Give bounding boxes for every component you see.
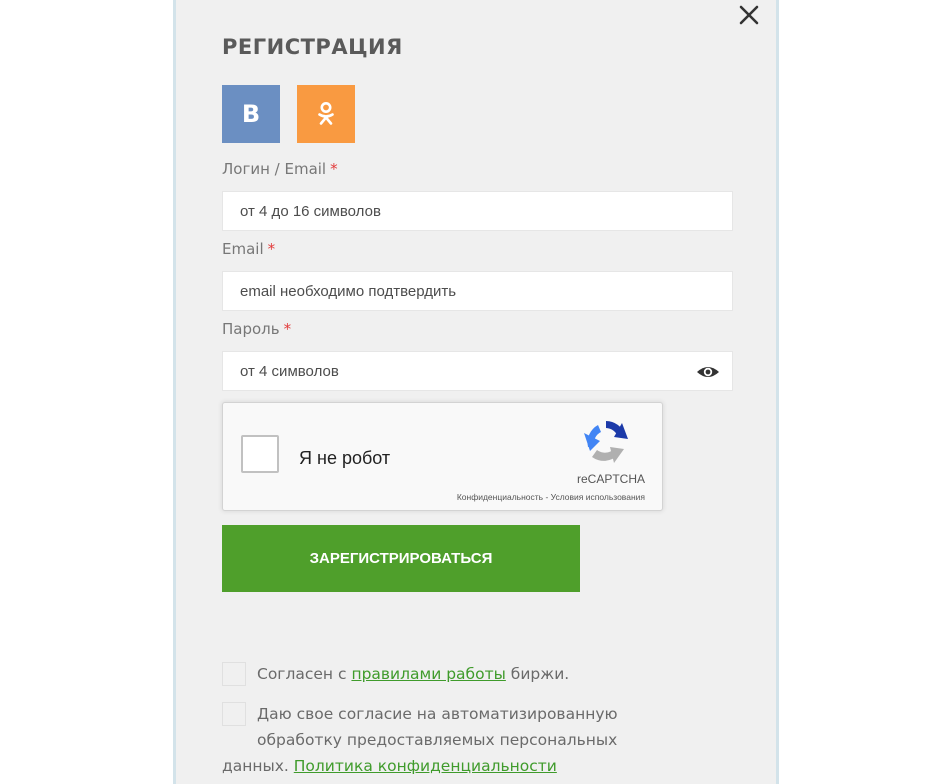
rules-agree-suffix: биржи. [505,665,570,683]
close-icon [739,5,759,25]
rules-link[interactable]: правилами работы [351,665,505,683]
recaptcha-terms-link[interactable]: Условия использования [551,492,645,502]
close-button[interactable] [736,2,762,28]
required-mark: * [283,320,292,338]
login-label-text: Логин / Email [222,160,327,178]
password-label: Пароль * [222,320,291,338]
privacy-agree-line3-prefix: данных. [222,757,294,775]
privacy-agree-line1: Даю свое согласие на автоматизированную [257,705,618,723]
email-input[interactable] [223,272,732,310]
rules-agree-text: Согласен с правилами работы биржи. [257,663,569,685]
password-input[interactable] [223,352,732,390]
odnoklassniki-icon [318,102,334,125]
recaptcha-privacy-link[interactable]: Конфиденциальность [457,492,543,502]
required-mark: * [267,240,276,258]
ok-login-button[interactable] [297,85,355,143]
recaptcha-widget: Я не робот reCAPTCHA Конфиденциальность … [222,402,663,511]
email-label-text: Email [222,240,264,258]
register-button[interactable]: ЗАРЕГИСТРИРОВАТЬСЯ [222,525,580,592]
eye-icon [697,367,719,377]
privacy-agree-checkbox[interactable] [222,702,246,726]
privacy-agree-line2: обработку предоставляемых персональных [257,731,618,749]
email-field-wrapper [222,271,733,311]
recaptcha-checkbox[interactable] [241,435,279,473]
recaptcha-separator: - [543,492,551,502]
recaptcha-brand: reCAPTCHA [576,472,645,486]
required-mark: * [330,160,338,178]
login-field-wrapper [222,191,733,231]
privacy-agree-line3: данных. Политика конфиденциальности [222,755,557,777]
modal-title: РЕГИСТРАЦИЯ [222,35,403,59]
rules-agree-prefix: Согласен с [257,665,352,683]
login-input[interactable] [223,192,732,230]
recaptcha-logo-icon [584,421,628,463]
vk-icon: B [241,100,261,128]
recaptcha-links: Конфиденциальность - Условия использован… [457,492,645,502]
privacy-policy-link[interactable]: Политика конфиденциальности [294,757,557,775]
password-field-wrapper [222,351,733,391]
rules-agree-checkbox[interactable] [222,662,246,686]
backdrop-edge-right [776,0,779,784]
login-label: Логин / Email * [222,160,338,178]
email-label: Email * [222,240,275,258]
vk-login-button[interactable]: B [222,85,280,143]
show-password-button[interactable] [696,363,720,381]
recaptcha-label: Я не робот [299,448,391,468]
password-label-text: Пароль [222,320,280,338]
registration-modal: РЕГИСТРАЦИЯ B Логин / Email* Email* Паро… [176,0,776,784]
